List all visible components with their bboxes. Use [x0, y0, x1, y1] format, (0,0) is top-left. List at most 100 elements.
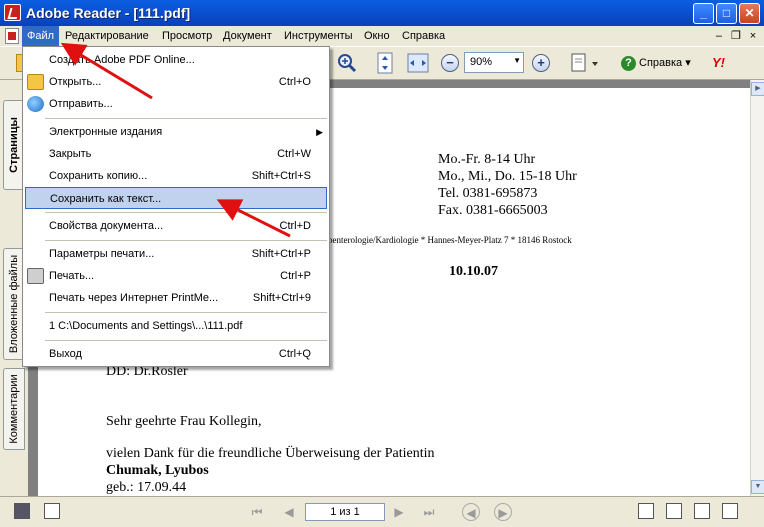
maximize-button[interactable]: □ — [716, 3, 737, 24]
page-number-field[interactable]: 1 из 1 — [305, 503, 385, 521]
menu-item-print-setup[interactable]: Параметры печати... Shift+Ctrl+P — [25, 243, 327, 265]
previous-page-icon[interactable]: ◀ — [280, 503, 298, 521]
menu-file[interactable]: Файл — [22, 26, 60, 46]
zoom-value: 90% — [470, 56, 493, 68]
facing-layout-icon[interactable] — [694, 503, 710, 519]
yahoo-logo[interactable]: Y! — [712, 55, 725, 70]
globe-icon — [27, 96, 44, 112]
menu-item-save-as-text[interactable]: Сохранить как текст... — [25, 187, 327, 209]
menu-item-print[interactable]: Печать... Ctrl+P — [25, 265, 327, 287]
menu-help[interactable]: Справка — [397, 26, 450, 46]
zoom-in-icon[interactable]: + — [532, 54, 550, 72]
menu-item-label: Отправить... — [49, 98, 113, 110]
menu-separator — [45, 118, 327, 119]
chevron-down-icon[interactable]: ▼ — [513, 56, 521, 65]
menu-item-label: Свойства документа... — [49, 220, 164, 232]
menu-bar: Файл Редактирование Просмотр Документ Ин… — [0, 26, 764, 46]
menu-item-document-properties[interactable]: Свойства документа... Ctrl+D — [25, 215, 327, 237]
single-page-layout-icon[interactable] — [638, 503, 654, 519]
close-button[interactable]: ✕ — [739, 3, 760, 24]
menu-separator — [45, 312, 327, 313]
menu-item-shortcut: Shift+Ctrl+S — [251, 170, 311, 182]
hours-line-1: Mo.-Fr. 8-14 Uhr — [438, 152, 536, 167]
tab-comments-label: Комментарии — [8, 374, 20, 444]
printer-icon — [27, 268, 44, 284]
mdi-restore-button[interactable]: ❐ — [729, 29, 743, 42]
menu-item-label: Печать... — [49, 270, 95, 282]
continuous-view-icon[interactable] — [44, 503, 60, 519]
phone-line: Tel. 0381-695873 — [438, 186, 538, 201]
letter-date: 10.10.07 — [449, 264, 498, 279]
fax-line: Fax. 0381-6665003 — [438, 203, 548, 218]
menu-item-exit[interactable]: Выход Ctrl+Q — [25, 343, 327, 365]
help-icon: ? — [621, 55, 636, 71]
patient-name: Chumak, Lyubos — [106, 463, 209, 478]
help-button[interactable]: ? Справка ▾ — [617, 52, 695, 74]
menu-tools[interactable]: Инструменты — [279, 26, 358, 46]
page-layout-icon[interactable] — [570, 52, 600, 74]
menu-item-label: Открыть... — [49, 76, 102, 88]
continuous-facing-layout-icon[interactable] — [722, 503, 738, 519]
menu-separator — [45, 212, 327, 213]
tab-attachments-label: Вложенные файлы — [8, 254, 20, 354]
mdi-controls: – ❐ × — [712, 29, 760, 42]
address-line: oenterologie/Kardiologie * Hannes-Meyer-… — [328, 235, 572, 245]
menu-item-label: Закрыть — [49, 148, 92, 160]
menu-item-shortcut: Ctrl+O — [278, 76, 311, 88]
menu-item-label: Печать через Интернет PrintMe... — [49, 292, 219, 304]
menu-item-create-pdf-online[interactable]: Создать Adobe PDF Online... — [25, 49, 327, 71]
zoom-field[interactable]: 90% ▼ — [464, 52, 524, 73]
menu-item-close[interactable]: Закрыть Ctrl+W — [25, 143, 327, 165]
menu-item-shortcut: Shift+Ctrl+9 — [252, 292, 311, 304]
submenu-arrow-icon: ▶ — [316, 127, 323, 137]
menu-item-label: Выход — [49, 348, 82, 360]
last-page-icon[interactable]: ⏭ — [420, 503, 438, 521]
menu-item-printme[interactable]: Печать через Интернет PrintMe... Shift+C… — [25, 287, 327, 309]
menu-item-shortcut: Ctrl+P — [280, 270, 311, 282]
tab-comments[interactable]: Комментарии — [3, 368, 25, 450]
tab-pages-label: Страницы — [8, 117, 20, 173]
menu-item-send[interactable]: Отправить... — [25, 93, 327, 115]
mdi-minimize-button[interactable]: – — [712, 30, 726, 42]
go-forward-icon[interactable]: ▶ — [494, 503, 512, 521]
menu-view[interactable]: Просмотр — [157, 26, 217, 46]
document-icon[interactable] — [5, 28, 19, 44]
menu-item-label: Электронные издания — [49, 126, 163, 138]
go-back-icon[interactable]: ◀ — [462, 503, 480, 521]
mdi-close-button[interactable]: × — [746, 30, 760, 42]
menu-edit[interactable]: Редактирование — [60, 26, 154, 46]
menu-item-label: Параметры печати... — [49, 248, 155, 260]
menu-item-label: Сохранить копию... — [49, 170, 148, 182]
zoom-out-icon[interactable]: − — [441, 54, 459, 72]
menu-document[interactable]: Документ — [218, 26, 277, 46]
menu-item-save-copy[interactable]: Сохранить копию... Shift+Ctrl+S — [25, 165, 327, 187]
greeting: Sehr geehrte Frau Kollegin, — [106, 414, 262, 429]
menu-item-label: Сохранить как текст... — [50, 193, 162, 205]
menu-item-label: Создать Adobe PDF Online... — [49, 54, 195, 66]
next-page-icon[interactable]: ▶ — [390, 503, 408, 521]
first-page-icon[interactable]: ⏮ — [248, 503, 266, 521]
folder-icon — [27, 74, 44, 90]
menu-item-ebooks[interactable]: Электронные издания ▶ — [25, 121, 327, 143]
menu-separator — [45, 340, 327, 341]
adobe-reader-icon — [4, 4, 21, 21]
fit-height-icon[interactable] — [375, 52, 395, 74]
single-page-view-icon[interactable] — [14, 503, 30, 519]
continuous-layout-icon[interactable] — [666, 503, 682, 519]
menu-item-recent-file[interactable]: 1 C:\Documents and Settings\...\111.pdf — [25, 315, 327, 337]
scroll-down-icon[interactable]: ▼ — [751, 480, 764, 494]
fit-width-icon[interactable] — [407, 52, 429, 74]
menu-item-shortcut: Ctrl+Q — [278, 348, 311, 360]
title-bar: Adobe Reader - [111.pdf] _ □ ✕ — [0, 0, 764, 26]
help-label: Справка — [639, 57, 683, 69]
body-line: vielen Dank für die freundliche Überweis… — [106, 446, 435, 461]
menu-item-open[interactable]: Открыть... Ctrl+O — [25, 71, 327, 93]
birth-date: geb.: 17.09.44 — [106, 480, 187, 495]
scroll-up-icon[interactable]: ▶ — [751, 82, 764, 96]
zoom-in-tool-icon[interactable] — [336, 52, 358, 74]
minimize-button[interactable]: _ — [693, 3, 714, 24]
vertical-scrollbar[interactable]: ▶ ▼ — [750, 80, 764, 496]
file-menu-dropdown: Создать Adobe PDF Online... Открыть... C… — [22, 46, 330, 367]
menu-item-shortcut: Ctrl+W — [277, 148, 311, 160]
menu-window[interactable]: Окно — [359, 26, 395, 46]
